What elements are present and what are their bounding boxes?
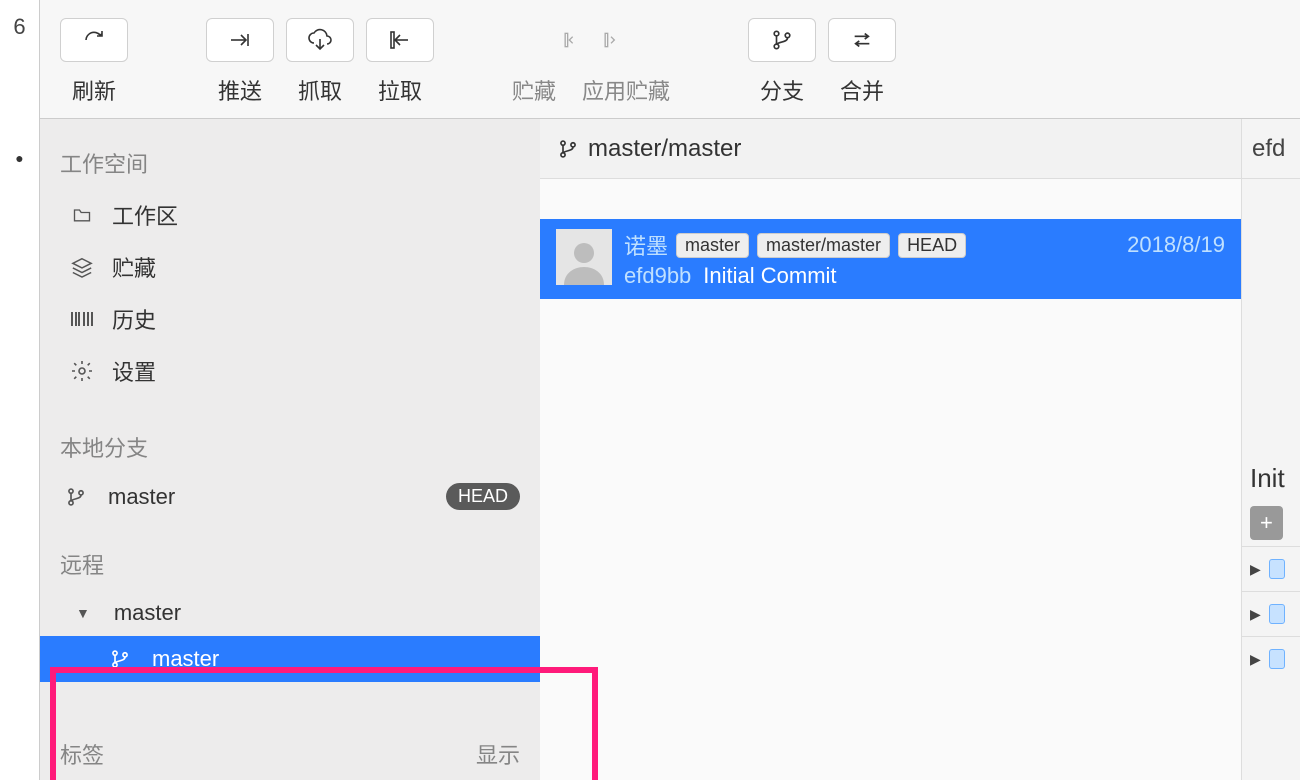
commit-tag-master: master	[676, 233, 749, 258]
fetch-button[interactable]: 抓取	[286, 18, 354, 106]
sidebar-header-workspace: 工作空间	[40, 137, 540, 189]
branch-button[interactable]: 分支	[748, 18, 816, 106]
sidebar-show-label[interactable]: 显示	[476, 738, 520, 770]
branch-icon	[110, 648, 138, 670]
commit-tag-remote: master/master	[757, 233, 890, 258]
commit-list-panel: master/master 诺墨 master master/master HE…	[540, 119, 1242, 780]
gutter-dot-icon: ●	[0, 150, 39, 166]
sidebar-item-history[interactable]: 历史	[40, 293, 540, 345]
sidebar-item-stash[interactable]: 贮藏	[40, 241, 540, 293]
file-badge-icon	[1269, 559, 1285, 579]
push-label: 推送	[218, 74, 262, 106]
branch-icon	[66, 486, 94, 508]
chevron-right-icon: ▶	[1250, 651, 1261, 668]
sidebar-item-label: master	[108, 484, 175, 510]
folder-icon	[70, 205, 98, 225]
sidebar-local-branch-master[interactable]: master HEAD	[40, 473, 540, 520]
detail-add-button[interactable]: +	[1250, 506, 1283, 540]
avatar	[556, 229, 612, 285]
detail-panel: efd Init + ▶ ▶ ▶	[1242, 119, 1300, 780]
sidebar: 工作空间 工作区 贮藏 历史 设置 本地分支	[40, 119, 540, 780]
file-badge-icon	[1269, 604, 1285, 624]
stash-button: 贮藏 应用贮藏	[512, 18, 670, 106]
commit-date: 2018/8/19	[1127, 232, 1225, 258]
sidebar-item-label: master	[152, 646, 219, 672]
commit-author: 诺墨	[624, 229, 668, 261]
commit-list-header-branch: master/master	[588, 135, 741, 163]
chevron-down-icon: ▼	[76, 605, 90, 621]
sidebar-item-label: 历史	[112, 303, 156, 335]
chevron-right-icon: ▶	[1250, 561, 1261, 578]
detail-row[interactable]: ▶	[1242, 546, 1300, 591]
sidebar-item-working-copy[interactable]: 工作区	[40, 189, 540, 241]
branch-icon	[558, 138, 578, 160]
detail-hash: efd	[1242, 119, 1300, 179]
branch-label: 分支	[760, 74, 804, 106]
toolbar: 刷新 推送 抓取 拉取 贮藏	[40, 0, 1300, 118]
gutter-number: 6	[0, 14, 39, 40]
stash-label: 贮藏	[512, 74, 556, 106]
fetch-label: 抓取	[298, 74, 342, 106]
sidebar-item-label: 贮藏	[112, 251, 156, 283]
refresh-label: 刷新	[72, 74, 116, 106]
sidebar-remote-master[interactable]: ▼ master	[40, 590, 540, 636]
pull-label: 拉取	[378, 74, 422, 106]
file-badge-icon	[1269, 649, 1285, 669]
barcode-icon	[70, 310, 98, 328]
chevron-right-icon: ▶	[1250, 606, 1261, 623]
push-button[interactable]: 推送	[206, 18, 274, 106]
sidebar-header-remote: 远程	[40, 538, 540, 590]
merge-label: 合并	[840, 74, 884, 106]
sidebar-header-local-branch: 本地分支	[40, 421, 540, 473]
line-gutter: 6 ●	[0, 0, 40, 780]
sidebar-tags-label[interactable]: 标签	[60, 738, 104, 770]
pull-button[interactable]: 拉取	[366, 18, 434, 106]
detail-row[interactable]: ▶	[1242, 591, 1300, 636]
commit-list-header: master/master	[540, 119, 1241, 179]
sidebar-item-label: master	[114, 600, 181, 626]
sidebar-remote-branch-master[interactable]: master	[40, 636, 540, 682]
app-window: 6 ● 刷新 推送 抓取 拉取	[0, 0, 1300, 780]
merge-button[interactable]: 合并	[828, 18, 896, 106]
head-pill: HEAD	[446, 483, 520, 510]
commit-tag-head: HEAD	[898, 233, 966, 258]
detail-title: Init	[1242, 449, 1300, 500]
sidebar-item-settings[interactable]: 设置	[40, 345, 540, 397]
apply-stash-label: 应用贮藏	[582, 74, 670, 106]
commit-hash: efd9bb	[624, 263, 691, 289]
commit-message: Initial Commit	[703, 263, 836, 289]
stack-icon	[70, 256, 98, 278]
refresh-button[interactable]: 刷新	[60, 18, 128, 106]
gear-icon	[70, 359, 98, 383]
sidebar-item-label: 设置	[112, 355, 156, 387]
commit-row[interactable]: 诺墨 master master/master HEAD 2018/8/19 e…	[540, 219, 1241, 299]
sidebar-item-label: 工作区	[112, 199, 178, 231]
detail-row[interactable]: ▶	[1242, 636, 1300, 681]
